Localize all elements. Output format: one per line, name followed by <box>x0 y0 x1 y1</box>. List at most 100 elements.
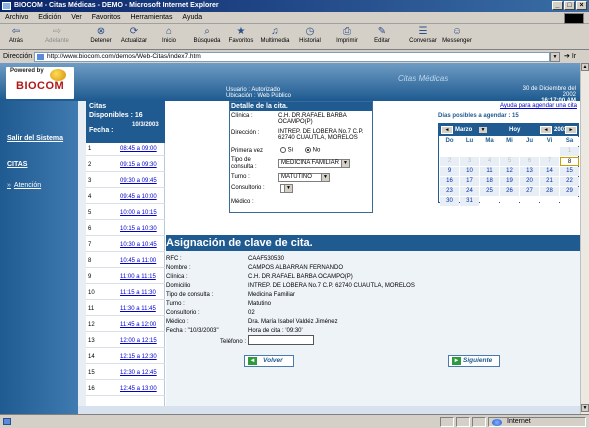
month-dropdown-icon[interactable]: ▼ <box>479 127 487 133</box>
calendar-day[interactable]: 27 <box>520 187 539 196</box>
calendar-day[interactable]: 25 <box>480 187 499 196</box>
slot-time-link[interactable]: 08:45 a 09:00 <box>120 143 157 156</box>
history-icon: ◷ <box>305 26 315 37</box>
calendar-day[interactable]: 29 <box>560 187 579 196</box>
search-label: Búsqueda <box>193 38 221 44</box>
history-button[interactable]: ◷ Historial <box>296 26 324 44</box>
consult-type-select[interactable]: MEDICINA FAMILIAR ▼ <box>278 159 350 168</box>
calendar-day[interactable]: 20 <box>520 177 539 186</box>
messenger-button[interactable]: ☺ Messenger <box>441 26 473 44</box>
forward-button[interactable]: ⇨ Adelante <box>42 26 72 44</box>
address-label: Dirección <box>3 53 33 60</box>
calendar-day[interactable]: 13 <box>520 167 539 176</box>
address-dropdown-button[interactable]: ▼ <box>550 52 560 62</box>
go-button[interactable]: ➔ Ir <box>564 51 576 63</box>
vertical-scrollbar[interactable]: ▲ ▼ <box>580 63 589 414</box>
favorites-button[interactable]: ★ Favoritos <box>227 26 255 44</box>
refresh-button[interactable]: ⟳ Actualizar <box>119 26 149 44</box>
first-visit-no[interactable]: No <box>305 147 320 154</box>
calendar-day[interactable]: 31 <box>460 197 479 206</box>
calendar-day[interactable]: 28 <box>540 187 559 196</box>
slot-time-link[interactable]: 10:30 a 10:45 <box>120 239 157 252</box>
messenger-icon: ☺ <box>451 26 463 37</box>
logout-link[interactable]: Salir del Sistema <box>7 135 63 142</box>
calendar-day[interactable]: 24 <box>460 187 479 196</box>
calendar-day[interactable]: 26 <box>500 187 519 196</box>
slot-time-link[interactable]: 09:30 a 09:45 <box>120 175 157 188</box>
calendar-day[interactable]: 23 <box>440 187 459 196</box>
first-visit-si[interactable]: Si <box>280 147 293 154</box>
slot-time-link[interactable]: 11:45 a 12:00 <box>120 319 156 332</box>
edit-button[interactable]: ✎ Editar <box>370 26 394 44</box>
slot-time-link[interactable]: 12:00 a 12:15 <box>120 335 157 348</box>
slot-time-link[interactable]: 10:45 a 11:00 <box>120 255 156 268</box>
calendar-day: 7 <box>540 157 559 166</box>
menu-favoritos[interactable]: Favoritos <box>92 14 121 21</box>
slot-time-link[interactable]: 09:15 a 09:30 <box>120 159 157 172</box>
address-input[interactable]: http://www.biocom.com/demos/Web-Citas/in… <box>34 52 550 62</box>
menu-edicion[interactable]: Edición <box>38 14 61 21</box>
slot-time-link[interactable]: 11:15 a 11:30 <box>120 287 156 300</box>
calendar-day[interactable]: 9 <box>440 167 459 176</box>
calendar-day[interactable]: 30 <box>440 197 459 206</box>
menu-bar: Archivo Edición Ver Favoritos Herramient… <box>0 12 589 24</box>
print-button[interactable]: ⎙ Imprimir <box>334 26 360 44</box>
calendar-day[interactable]: 18 <box>480 177 499 186</box>
atencion-link[interactable]: » Atención <box>7 182 41 189</box>
search-button[interactable]: ⌕ Búsqueda <box>192 26 222 44</box>
status-segment <box>440 417 454 427</box>
slot-time-link[interactable]: 09:45 a 10:00 <box>120 191 157 204</box>
calendar-day[interactable]: 12 <box>500 167 519 176</box>
calendar-day[interactable]: 16 <box>440 177 459 186</box>
consult-type-label-1: Tipo de <box>231 157 251 163</box>
discuss-button[interactable]: ☰ Conversar <box>407 26 439 44</box>
next-button[interactable]: ► Siguiente <box>448 355 500 367</box>
stop-button[interactable]: ⊗ Detener <box>88 26 114 44</box>
back-button[interactable]: ◄ Volver <box>244 355 294 367</box>
menu-herramientas[interactable]: Herramientas <box>130 14 172 21</box>
slots-title: Citas <box>89 103 107 110</box>
history-label: Historial <box>299 38 321 44</box>
phone-input[interactable] <box>248 335 314 345</box>
multimedia-button[interactable]: ♫ Multimedia <box>259 26 291 44</box>
calendar-month[interactable]: Marzo <box>455 127 472 133</box>
slot-time-link[interactable]: 12:15 a 12:30 <box>120 351 157 364</box>
shift-select[interactable]: MATUTINO ▼ <box>278 173 330 182</box>
prev-year-button[interactable]: ◄ <box>540 126 552 134</box>
maximize-button[interactable]: □ <box>564 1 575 10</box>
calendar-day[interactable]: 21 <box>540 177 559 186</box>
scroll-down-icon[interactable]: ▼ <box>581 404 589 412</box>
calendar-day[interactable]: 19 <box>500 177 519 186</box>
next-year-button[interactable]: ► <box>565 126 577 134</box>
calendar-day[interactable]: 10 <box>460 167 479 176</box>
slot-time-link[interactable]: 10:15 a 10:30 <box>120 223 157 236</box>
slot-time-link[interactable]: 12:45 a 13:00 <box>120 383 157 396</box>
office-select[interactable]: ▼ <box>280 184 293 193</box>
today-button[interactable]: Hoy <box>509 127 520 133</box>
calendar-empty-cell <box>500 147 519 156</box>
slot-time-link[interactable]: 12:30 a 12:45 <box>120 367 157 380</box>
citas-link[interactable]: CITAS <box>7 161 27 168</box>
discuss-icon: ☰ <box>418 26 428 37</box>
schedule-help-link[interactable]: Ayuda para agendar una cita <box>500 103 577 109</box>
calendar-day[interactable]: 14 <box>540 167 559 176</box>
menu-archivo[interactable]: Archivo <box>5 14 28 21</box>
calendar-day[interactable]: 17 <box>460 177 479 186</box>
favorites-icon: ★ <box>236 26 246 37</box>
calendar-day[interactable]: 11 <box>480 167 499 176</box>
scroll-up-icon[interactable]: ▲ <box>581 63 589 71</box>
home-button[interactable]: ⌂ Inicio <box>158 26 180 44</box>
slot-time-link[interactable]: 11:30 a 11:45 <box>120 303 156 316</box>
close-button[interactable]: × <box>576 1 587 10</box>
prev-month-button[interactable]: ◄ <box>441 126 453 134</box>
menu-ayuda[interactable]: Ayuda <box>182 14 202 21</box>
calendar-day[interactable]: 22 <box>560 177 579 186</box>
calendar-day[interactable]: 15 <box>560 167 579 176</box>
slot-time-link[interactable]: 10:00 a 10:15 <box>120 207 157 220</box>
minimize-button[interactable]: _ <box>552 1 563 10</box>
phone-label: Teléfono : <box>220 339 247 345</box>
browser-toolbar: ⇦ Atrás ⇨ Adelante ⊗ Detener ⟳ Actualiza… <box>0 25 589 50</box>
slot-time-link[interactable]: 11:00 a 11:15 <box>120 271 156 284</box>
menu-ver[interactable]: Ver <box>71 14 82 21</box>
back-button[interactable]: ⇦ Atrás <box>4 26 28 44</box>
